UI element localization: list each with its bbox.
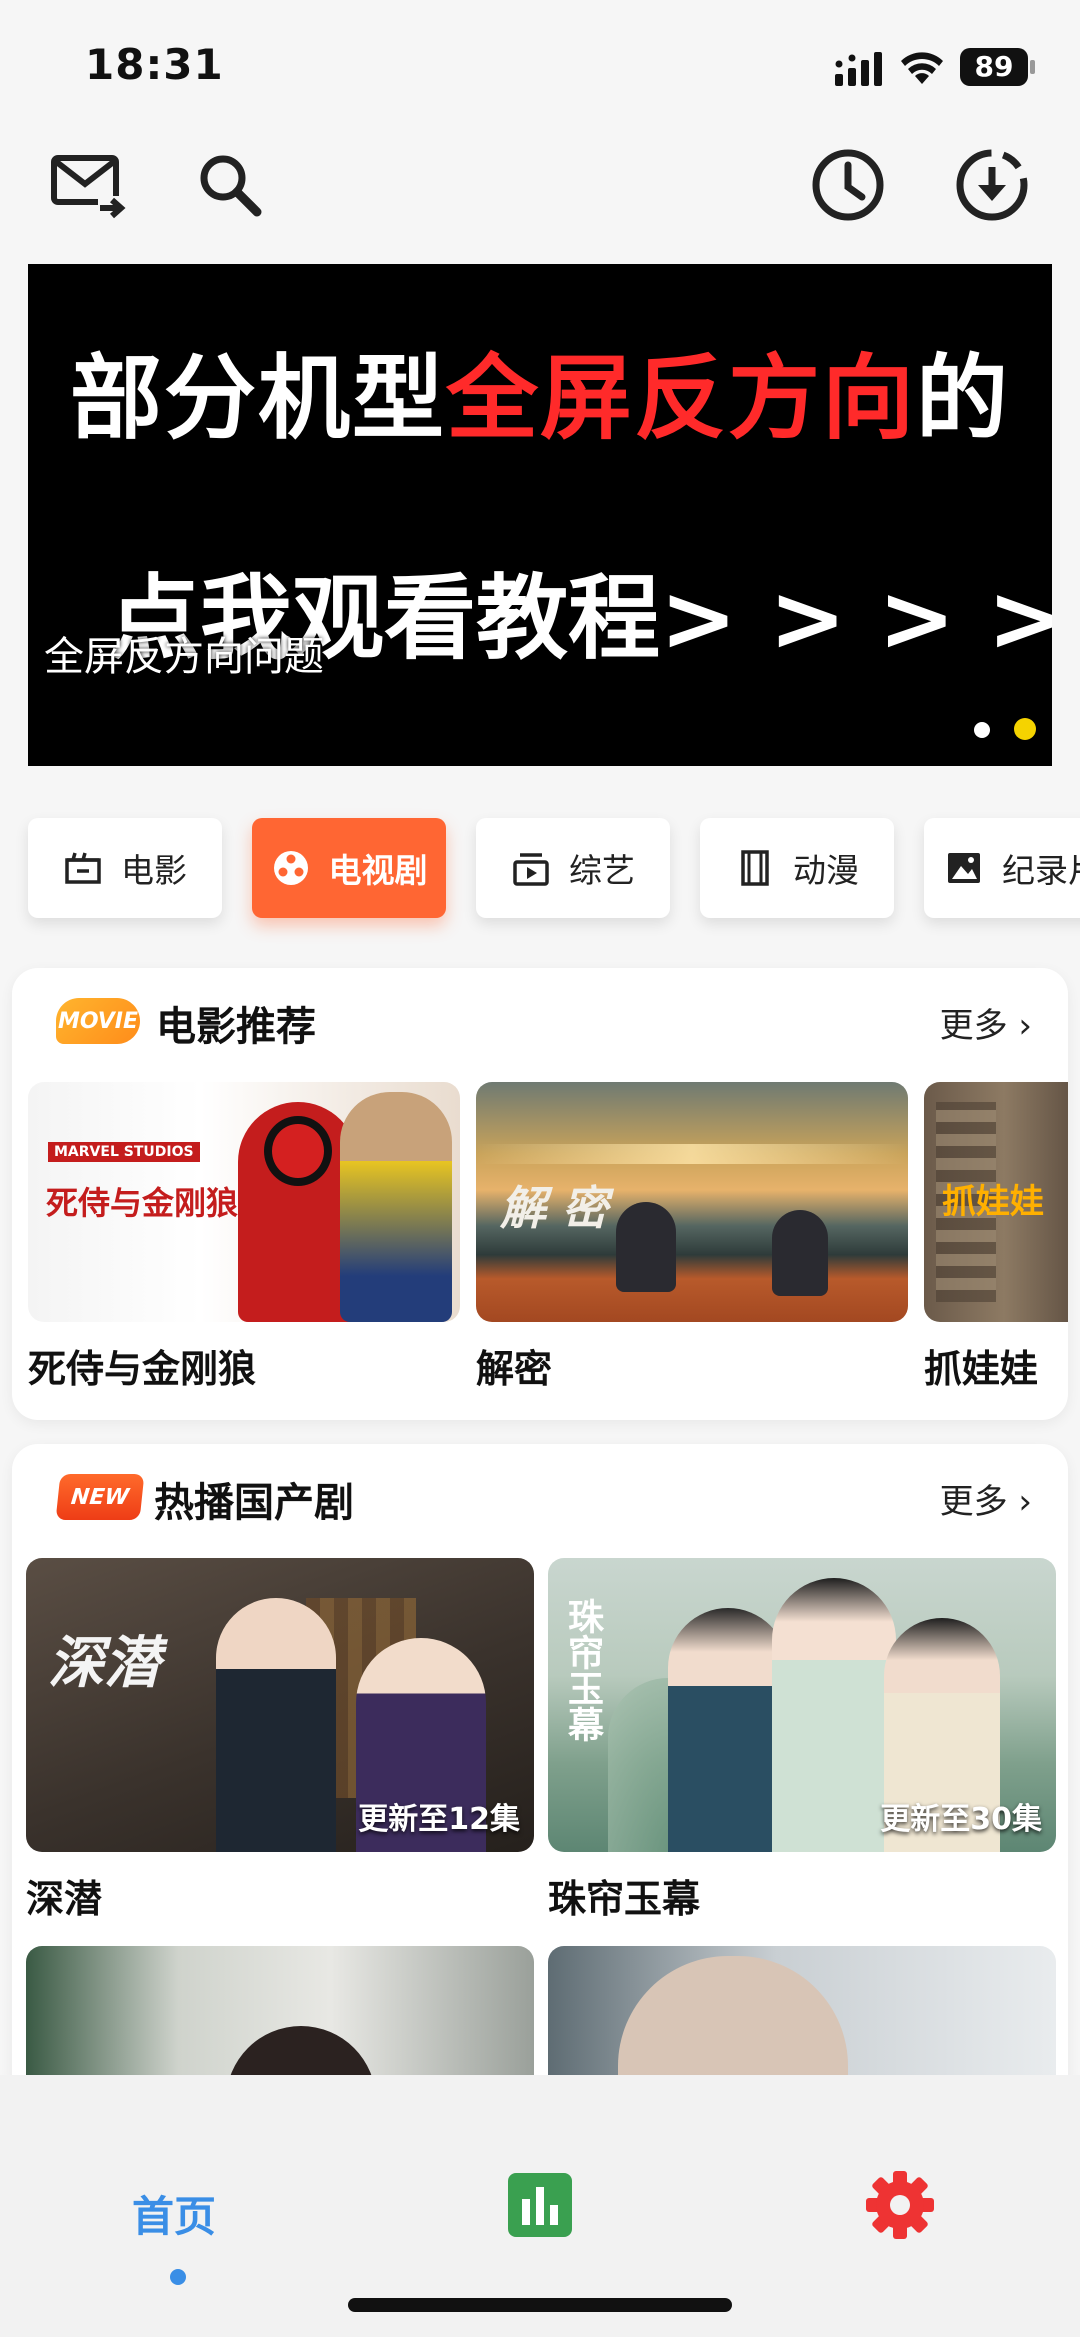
category-variety[interactable]: 综艺	[476, 818, 670, 918]
stats-chart-icon[interactable]	[508, 2173, 572, 2241]
banner-caption: 全屏反方向问题	[44, 634, 324, 680]
section-title: 电影推荐	[156, 1004, 316, 1050]
settings-gear-icon[interactable]	[864, 2169, 936, 2245]
poster-figure	[668, 1608, 788, 1852]
battery-indicator: 89	[960, 48, 1028, 86]
movie-poster[interactable]: MARVEL STUDIOS 死侍与金刚狼	[28, 1082, 460, 1322]
movie-title[interactable]: 死侍与金刚狼	[28, 1338, 256, 1393]
history-clock-icon[interactable]	[808, 145, 888, 225]
category-anime[interactable]: 动漫	[700, 818, 894, 918]
wifi-icon	[901, 52, 943, 84]
banner-headline-suffix: 的	[916, 345, 1011, 452]
nav-home-label[interactable]: 首页	[132, 2183, 216, 2244]
banner-page-dot-active[interactable]	[1014, 718, 1036, 740]
battery-tip	[1030, 60, 1035, 74]
poster-figure	[616, 1202, 676, 1292]
banner-headline-highlight: 全屏反方向	[445, 345, 916, 452]
documentary-image-icon	[948, 853, 980, 883]
tv-reel-icon	[273, 851, 308, 885]
new-badge: NEW	[55, 1474, 145, 1520]
section-title: 热播国产剧	[154, 1480, 354, 1526]
search-icon[interactable]	[190, 145, 270, 225]
category-movie[interactable]: 电影	[28, 818, 222, 918]
drama-poster[interactable]	[26, 1946, 534, 2084]
banner-headline-prefix: 部分机型	[69, 345, 446, 452]
drama-poster[interactable]: 深潜 更新至12集	[26, 1558, 534, 1852]
more-link[interactable]: 更多 ›	[940, 1474, 1032, 1523]
drama-poster[interactable]	[548, 1946, 1056, 2084]
banner-page-dot[interactable]	[974, 722, 990, 738]
poster-light	[476, 1144, 908, 1164]
nav-active-dot	[170, 2269, 186, 2285]
poster-figure	[772, 1210, 828, 1296]
chevron-right-icon: ›	[1007, 1006, 1032, 1046]
home-indicator[interactable]	[348, 2298, 732, 2312]
poster-title-text: 解 密	[500, 1181, 609, 1235]
category-label: 电影	[121, 851, 187, 890]
poster-title-text: 死侍与金刚狼	[46, 1184, 239, 1222]
category-label: 综艺	[569, 851, 635, 890]
status-time: 18:31	[85, 40, 224, 89]
chevron-right-icon: ›	[1007, 1482, 1032, 1522]
category-tv[interactable]: 电视剧	[252, 818, 446, 918]
poster-figure	[772, 1578, 896, 1852]
category-label: 电视剧	[328, 851, 428, 890]
drama-title[interactable]: 珠帘玉幕	[548, 1868, 700, 1923]
poster-title-text: 珠帘玉幕	[562, 1598, 603, 1742]
movie-title[interactable]: 解密	[476, 1338, 552, 1393]
download-icon[interactable]	[952, 145, 1032, 225]
animation-film-icon	[741, 850, 769, 886]
poster-studio-text: MARVEL STUDIOS	[48, 1142, 200, 1162]
movie-poster[interactable]: 解 密	[476, 1082, 908, 1322]
more-link[interactable]: 更多 ›	[940, 998, 1032, 1047]
poster-figure	[340, 1092, 452, 1322]
mail-forward-icon[interactable]	[48, 145, 128, 225]
banner-headline: 部分机型全屏反方向的	[28, 324, 1052, 457]
poster-figure	[216, 1598, 336, 1852]
category-label: 纪录片	[1002, 851, 1080, 890]
category-documentary[interactable]: 纪录片	[924, 818, 1080, 918]
movie-poster[interactable]: 抓娃娃	[924, 1082, 1068, 1322]
status-bar: 18:31 89	[0, 0, 1080, 130]
episode-status: 更新至12集	[358, 1802, 520, 1837]
film-clapper-icon	[65, 852, 101, 884]
movie-recommend-section: MOVIE 电影推荐 更多 › MARVEL STUDIOS 死侍与金刚狼 死侍…	[12, 968, 1068, 1420]
poster-figure	[618, 1956, 848, 2084]
drama-poster[interactable]: 珠帘玉幕 更新至30集	[548, 1558, 1056, 1852]
hot-drama-section: NEW 热播国产剧 更多 › 深潜 更新至12集 深潜 珠帘玉幕 更新至30集 …	[12, 1444, 1068, 2084]
variety-show-icon	[513, 853, 549, 886]
poster-mask	[264, 1116, 332, 1186]
drama-title[interactable]: 深潜	[26, 1868, 102, 1923]
more-label: 更多	[939, 1006, 1008, 1046]
cellular-signal-icon	[835, 52, 882, 86]
promo-banner[interactable]: 部分机型全屏反方向的 点我观看教程> > > > > 全屏反方向问题	[28, 264, 1052, 766]
poster-title-text: 抓娃娃	[942, 1182, 1044, 1222]
more-label: 更多	[939, 1482, 1008, 1522]
episode-status: 更新至30集	[880, 1802, 1042, 1837]
category-label: 动漫	[793, 851, 859, 890]
movie-badge: MOVIE	[56, 998, 140, 1044]
movie-title[interactable]: 抓娃娃	[924, 1338, 1038, 1393]
poster-title-text: 深潜	[48, 1631, 160, 1696]
